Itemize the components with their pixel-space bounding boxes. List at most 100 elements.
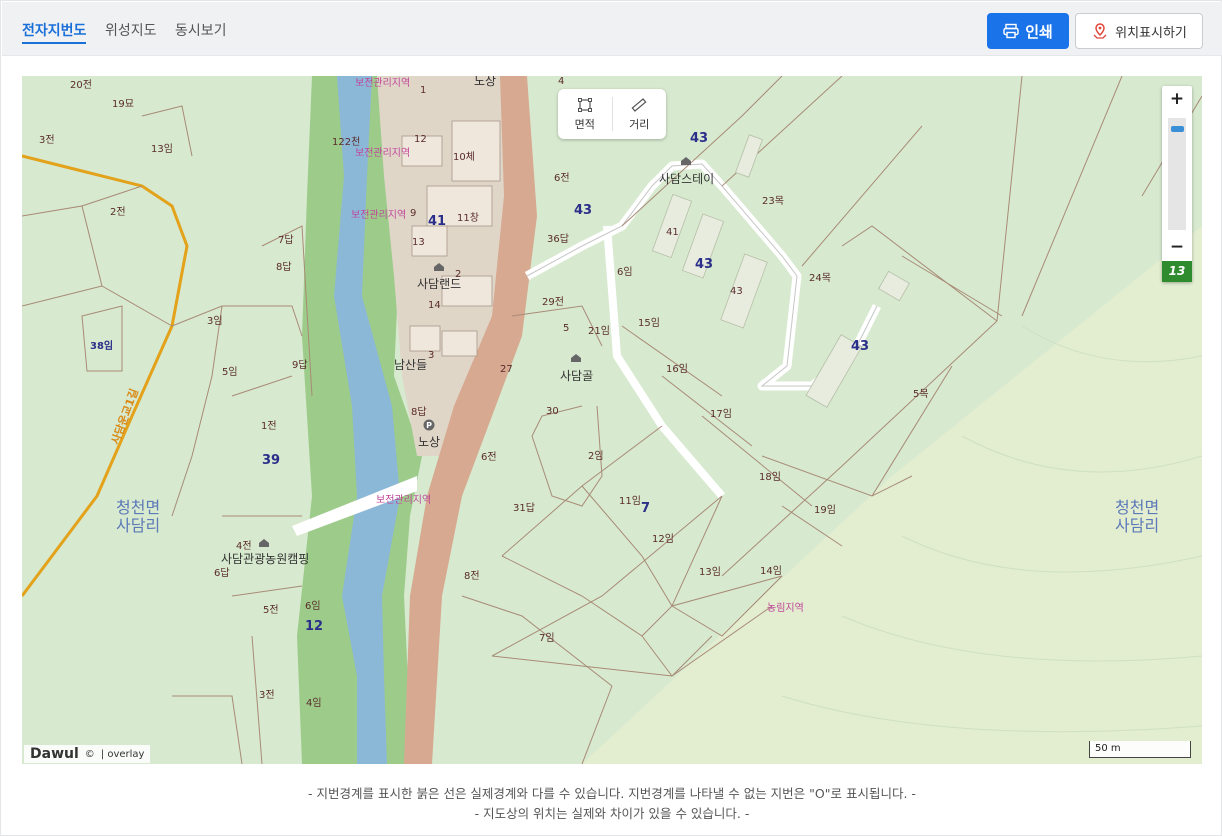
note-line: - 지도상의 위치는 실제와 차이가 있을 수 있습니다. - xyxy=(474,806,750,821)
parcel-label: 20전 xyxy=(70,80,92,91)
parcel-label: 4임 xyxy=(306,698,322,709)
block-number: 41 xyxy=(428,214,447,229)
parcel-label: 24목 xyxy=(809,273,831,284)
printer-icon xyxy=(1003,23,1019,39)
area-icon xyxy=(577,97,592,112)
dawul-logo: Dawul xyxy=(30,746,79,762)
place-label: 사담골 xyxy=(560,369,594,383)
house-icon xyxy=(259,539,269,547)
block-number: 38임 xyxy=(90,341,114,352)
parcel-label: 8전 xyxy=(464,571,480,582)
zone-label: 보전관리지역 xyxy=(355,148,411,159)
block-number: 7 xyxy=(641,501,651,516)
parcel-label: 2임 xyxy=(588,451,604,462)
parcel-label: 29전 xyxy=(542,297,564,308)
zone-label: 보전관리지역 xyxy=(355,78,411,89)
distance-measure-label: 거리 xyxy=(629,117,650,131)
location-pin-icon xyxy=(1093,23,1107,39)
parcel-label: 5 xyxy=(563,323,570,334)
ruler-icon xyxy=(631,97,647,112)
show-location-label: 위치표시하기 xyxy=(1115,25,1187,41)
house-icon xyxy=(434,263,444,271)
tab-satellite-map[interactable]: 위성지도 xyxy=(105,20,157,40)
zoom-in-button[interactable]: + xyxy=(1162,86,1192,112)
block-number: 43 xyxy=(690,131,709,146)
print-button[interactable]: 인쇄 xyxy=(987,13,1069,49)
show-location-button[interactable]: 위치표시하기 xyxy=(1075,13,1203,49)
block-number: 43 xyxy=(574,203,593,218)
area-measure-label: 면적 xyxy=(574,117,595,131)
place-label: 사담스테이 xyxy=(659,172,715,186)
parking-icon: P xyxy=(423,419,435,431)
house-icon xyxy=(681,157,691,165)
parcel-label: 8답 xyxy=(276,262,292,273)
parcel-label: 11임 xyxy=(619,496,641,507)
parcel-label: 13 xyxy=(412,237,425,248)
parcel-label: 9답 xyxy=(292,360,308,371)
zone-label: 보전관리지역 xyxy=(376,495,432,506)
cadastral-map[interactable]: 20전 19묘 3전 13임 2전 7답 8답 3임 5임 9답 1전 4전 6… xyxy=(22,76,1202,764)
zone-label: 보전관리지역 xyxy=(351,210,407,221)
parcel-label: 3임 xyxy=(207,316,223,327)
tab-cadastral-map[interactable]: 전자지번도 xyxy=(22,20,87,44)
parcel-label: 6전 xyxy=(554,173,570,184)
town-label: 청천면 사담리 xyxy=(116,498,161,535)
block-number: 12 xyxy=(305,619,324,634)
parcel-label: 5전 xyxy=(263,605,279,616)
parcel-label: 27 xyxy=(500,364,513,375)
map-notes: - 지번경계를 표시한 붉은 선은 실제경계와 다를 수 있습니다. 지번경계를… xyxy=(1,784,1222,824)
distance-measure-tool[interactable]: 거리 xyxy=(613,89,667,139)
parcel-label: 10체 xyxy=(453,152,475,163)
note-line: - 지번경계를 표시한 붉은 선은 실제경계와 다를 수 있습니다. 지번경계를… xyxy=(308,786,916,801)
parcel-label: 5목 xyxy=(913,389,929,400)
parcel-label: 4 xyxy=(558,76,565,87)
parcel-label: 30 xyxy=(546,406,559,417)
parcel-label: 6임 xyxy=(617,267,633,278)
tab-dual-view[interactable]: 동시보기 xyxy=(175,20,227,40)
block-number: 43 xyxy=(695,257,714,272)
parcel-label: 3 xyxy=(428,350,435,361)
parcel-label: 3전 xyxy=(259,690,275,701)
parcel-label: 3전 xyxy=(39,135,55,146)
parcel-label: 8답 xyxy=(411,407,427,418)
page-frame: 전자지번도 위성지도 동시보기 인쇄 위치표시하기 20전 19묘 3전 13임… xyxy=(0,0,1222,836)
town-label: 청천면 사담리 xyxy=(1115,498,1160,535)
place-label: 노상 xyxy=(474,76,497,88)
area-measure-tool[interactable]: 면적 xyxy=(558,89,612,139)
block-number: 43 xyxy=(851,339,870,354)
copyright-mark: © xyxy=(84,748,95,760)
parcel-label: 43 xyxy=(730,286,743,297)
parcel-label: 5임 xyxy=(222,367,238,378)
zoom-slider-handle[interactable] xyxy=(1171,126,1184,132)
parcel-label: 19임 xyxy=(814,505,836,516)
parcel-label: 2전 xyxy=(110,207,126,218)
parcel-label: 13임 xyxy=(699,567,721,578)
print-button-label: 인쇄 xyxy=(1025,22,1053,41)
parcel-label: 41 xyxy=(666,227,679,238)
parcel-label: 6전 xyxy=(481,452,497,463)
parcel-label: 1전 xyxy=(261,421,277,432)
zone-label: 농림지역 xyxy=(767,603,804,614)
parcel-label: 23목 xyxy=(762,196,784,207)
measure-toolbox: 면적 거리 xyxy=(558,89,666,139)
zoom-control: + − 13 xyxy=(1162,86,1192,282)
zoom-level-badge: 13 xyxy=(1162,261,1192,282)
parcel-label: 36답 xyxy=(547,234,569,245)
parcel-label: 17임 xyxy=(710,409,732,420)
parcel-label: 21임 xyxy=(588,326,610,337)
parcel-label: 6임 xyxy=(305,601,321,612)
parcel-label: 19묘 xyxy=(112,99,134,110)
place-label: 노상 xyxy=(418,435,441,449)
parcel-label: 16임 xyxy=(666,364,688,375)
block-number: 39 xyxy=(262,453,281,468)
place-label: 사담랜드 xyxy=(417,277,462,291)
zoom-out-button[interactable]: − xyxy=(1162,234,1192,260)
parcel-label: 14임 xyxy=(760,566,782,577)
svg-text:P: P xyxy=(426,421,432,430)
parcel-label: 13임 xyxy=(151,144,173,155)
overlay-label: | overlay xyxy=(100,748,145,760)
parcel-label: 12임 xyxy=(652,534,674,545)
zoom-slider-track[interactable] xyxy=(1168,118,1186,230)
parcel-label: 1 xyxy=(420,85,427,96)
map-base-layer xyxy=(22,76,1202,764)
